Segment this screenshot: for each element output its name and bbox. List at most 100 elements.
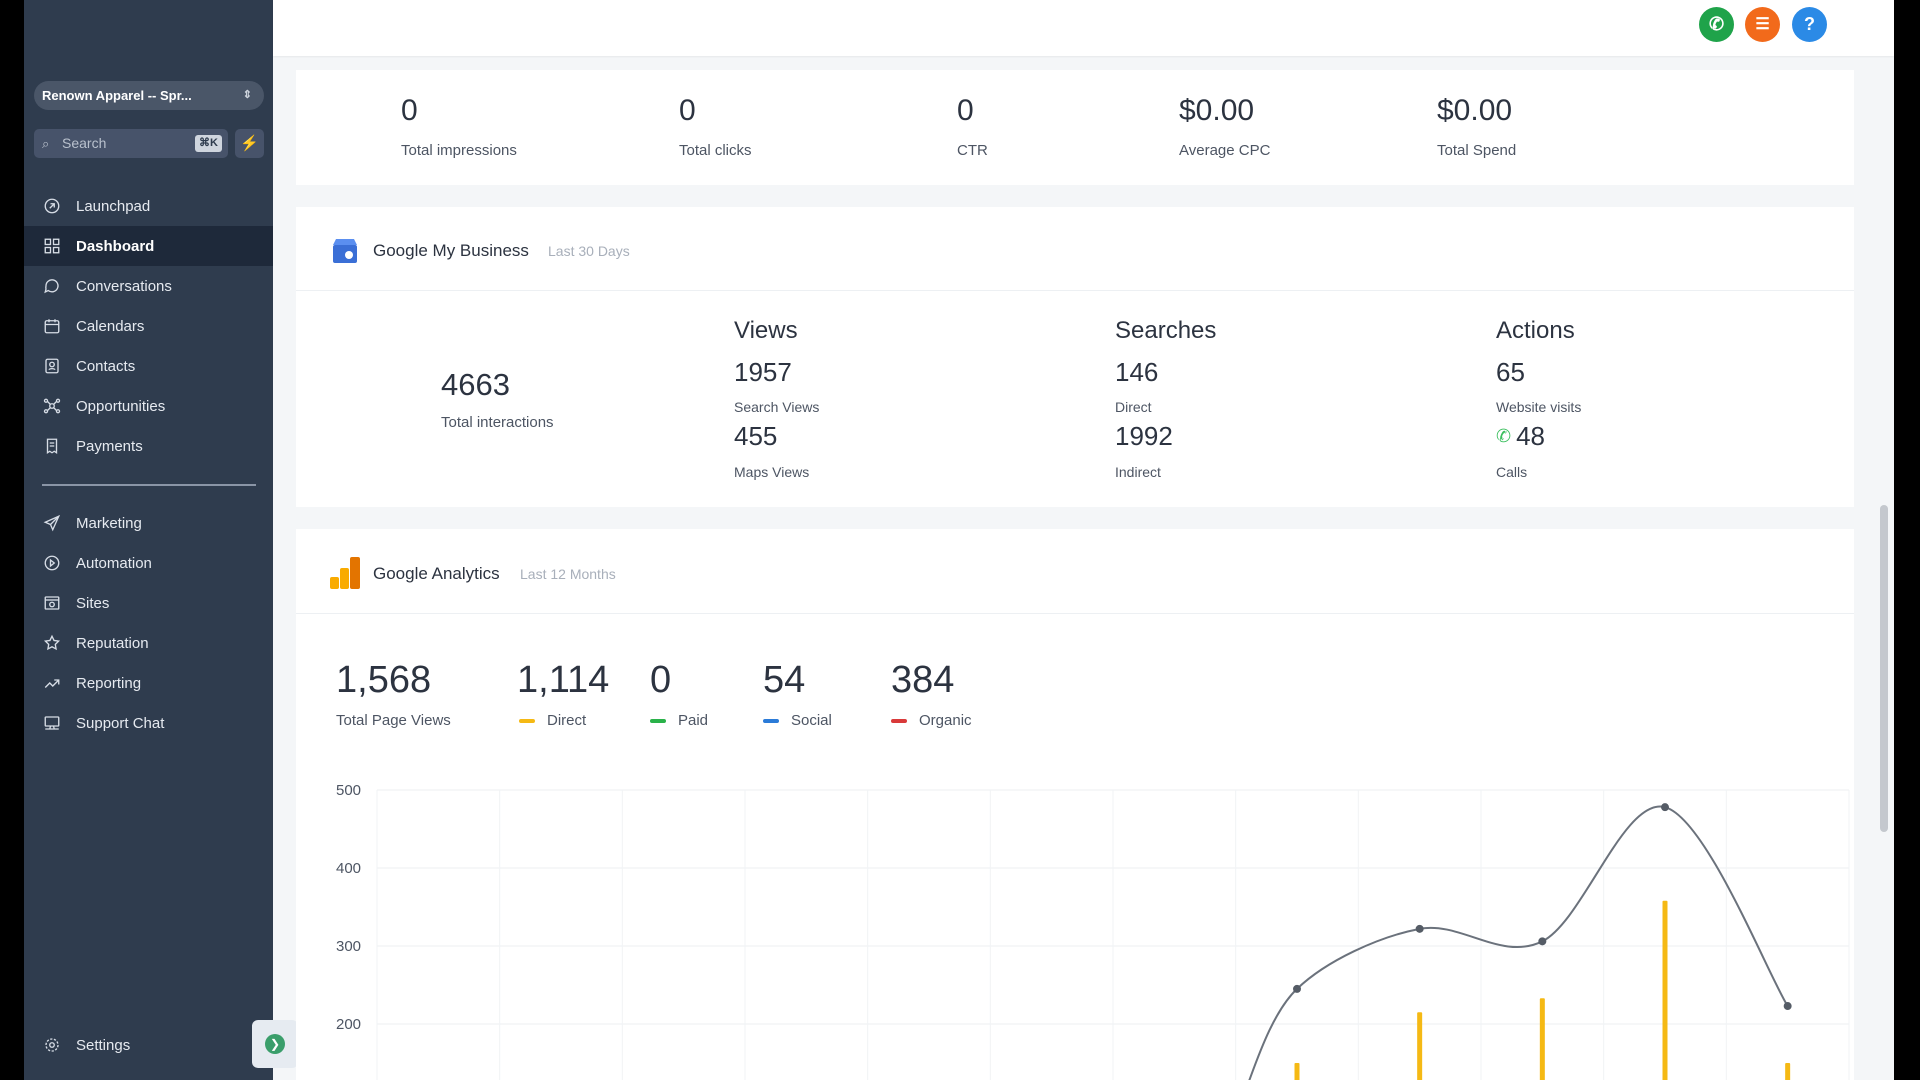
y-tick-label: 300 bbox=[336, 938, 361, 955]
gmb-card: Google My Business Last 30 Days 4663 Tot… bbox=[296, 207, 1854, 507]
sidebar-item-settings[interactable]: Settings bbox=[24, 1025, 273, 1065]
sidebar-divider bbox=[42, 484, 256, 486]
gmb-searches-heading: Searches bbox=[1115, 317, 1217, 344]
gmb-maps-views-label: Maps Views bbox=[734, 464, 810, 480]
sidebar-item-label: Dashboard bbox=[76, 237, 155, 255]
search-shortcut: ⌘K bbox=[195, 135, 222, 152]
list-icon: ☰ bbox=[1755, 16, 1770, 33]
sidebar-item-label: Settings bbox=[76, 1036, 131, 1054]
data-point-3 bbox=[1661, 803, 1669, 812]
stat-clicks-label: Total clicks bbox=[679, 142, 752, 159]
sidebar-item-label: Opportunities bbox=[76, 397, 166, 415]
stat-cpc-value: $0.00 bbox=[1179, 94, 1255, 127]
gmb-search-views-value: 1957 bbox=[734, 357, 792, 387]
sidebar-item-label: Contacts bbox=[76, 357, 136, 375]
account-switcher[interactable]: Renown Apparel -- Spr... ⇕ bbox=[34, 81, 264, 110]
search-input[interactable]: ⌕ Search ⌘K bbox=[34, 129, 228, 158]
rocket-icon bbox=[42, 196, 62, 216]
sidebar-item-contacts[interactable]: Contacts bbox=[24, 346, 273, 386]
bar-11 bbox=[1785, 1063, 1791, 1080]
phone-button[interactable]: ✆ bbox=[1699, 7, 1734, 42]
sidebar-item-reporting[interactable]: Reporting bbox=[24, 663, 273, 703]
top-header: ✆ ☰ ? bbox=[273, 0, 1894, 56]
gmb-website-visits-value: 65 bbox=[1496, 357, 1525, 387]
ads-stats-card: 0 Total impressions 0 Total clicks 0 CTR… bbox=[296, 70, 1854, 185]
bar-7 bbox=[1294, 1063, 1300, 1080]
support-icon bbox=[42, 713, 62, 733]
sidebar-item-label: Support Chat bbox=[76, 714, 165, 732]
stat-cpc-label: Average CPC bbox=[1179, 142, 1271, 159]
gmb-indirect-value: 1992 bbox=[1115, 421, 1173, 451]
sidebar-item-reputation[interactable]: Reputation bbox=[24, 623, 273, 663]
sidebar-item-opportunities[interactable]: Opportunities bbox=[24, 386, 273, 426]
gmb-separator bbox=[296, 290, 1854, 291]
send-icon bbox=[42, 513, 62, 533]
sidebar-item-sites[interactable]: Sites bbox=[24, 583, 273, 623]
gmb-calls-value-row: ✆ 48 bbox=[1496, 421, 1545, 452]
bar-10 bbox=[1662, 900, 1668, 1080]
ga-page-views-chart: 500 400 300 200 bbox=[336, 782, 1850, 1080]
sidebar-item-label: Reporting bbox=[76, 674, 142, 692]
help-button[interactable]: ? bbox=[1792, 7, 1827, 42]
gear-icon bbox=[42, 1035, 62, 1055]
account-name: Renown Apparel -- Spr... bbox=[42, 88, 192, 103]
data-point-1 bbox=[1415, 924, 1424, 933]
phone-icon: ✆ bbox=[1496, 426, 1512, 446]
sidebar-item-label: Payments bbox=[76, 437, 143, 455]
gmb-title: Google My Business bbox=[373, 241, 529, 260]
gmb-maps-views-value: 455 bbox=[734, 421, 778, 451]
stat-impressions-label: Total impressions bbox=[401, 142, 517, 159]
grid-icon bbox=[42, 236, 62, 256]
y-tick-label: 200 bbox=[336, 1016, 361, 1033]
page-scrollbar[interactable] bbox=[1880, 505, 1888, 832]
sidebar-item-automation[interactable]: Automation bbox=[24, 543, 273, 583]
y-tick-label: 400 bbox=[336, 860, 361, 877]
gmb-direct-value: 146 bbox=[1115, 357, 1159, 387]
sidebar-item-conversations[interactable]: Conversations bbox=[24, 266, 273, 306]
calendar-icon bbox=[42, 316, 62, 336]
leaf-icon: ❯ bbox=[265, 1034, 285, 1054]
google-my-business-logo-icon bbox=[333, 239, 357, 263]
tasks-button[interactable]: ☰ bbox=[1745, 7, 1780, 42]
gmb-period: Last 30 Days bbox=[548, 243, 630, 259]
sidebar-item-support-chat[interactable]: Support Chat bbox=[24, 703, 273, 743]
sidebar-item-launchpad[interactable]: Launchpad bbox=[24, 186, 273, 226]
gmb-total-label: Total interactions bbox=[441, 414, 554, 431]
sidebar-item-calendars[interactable]: Calendars bbox=[24, 306, 273, 346]
phone-icon: ✆ bbox=[1708, 14, 1725, 34]
sidebar-item-label: Launchpad bbox=[76, 197, 151, 215]
chat-icon bbox=[42, 276, 62, 296]
y-tick-label: 500 bbox=[336, 782, 361, 799]
sites-icon bbox=[42, 593, 62, 613]
automation-icon bbox=[42, 553, 62, 573]
network-icon bbox=[42, 396, 62, 416]
gmb-indirect-label: Indirect bbox=[1115, 464, 1161, 480]
stat-spend-value: $0.00 bbox=[1437, 94, 1513, 127]
sidebar-item-label: Reputation bbox=[76, 634, 149, 652]
series-line bbox=[1248, 805, 1789, 1080]
sidebar-item-label: Sites bbox=[76, 594, 110, 612]
gmb-direct-label: Direct bbox=[1115, 399, 1152, 415]
sidebar: Renown Apparel -- Spr... ⇕ ⌕ Search ⌘K ⚡… bbox=[24, 0, 273, 1080]
stat-spend-label: Total Spend bbox=[1437, 142, 1517, 159]
search-icon: ⌕ bbox=[42, 136, 50, 151]
data-point-0 bbox=[1293, 984, 1301, 993]
sidebar-item-payments[interactable]: Payments bbox=[24, 426, 273, 466]
stat-ctr-value: 0 bbox=[957, 94, 974, 127]
quick-action-button[interactable]: ⚡ bbox=[235, 129, 264, 158]
sidebar-item-label: Calendars bbox=[76, 317, 145, 335]
bar-8 bbox=[1417, 1012, 1423, 1080]
gmb-calls-value: 48 bbox=[1516, 421, 1546, 451]
sidebar-item-marketing[interactable]: Marketing bbox=[24, 503, 273, 543]
help-icon: ? bbox=[1804, 14, 1815, 34]
gmb-calls-label: Calls bbox=[1496, 464, 1528, 480]
sidebar-item-label: Conversations bbox=[76, 277, 172, 295]
trend-icon bbox=[42, 673, 62, 693]
data-point-2 bbox=[1538, 937, 1547, 946]
contacts-icon bbox=[42, 356, 62, 376]
stat-impressions-value: 0 bbox=[401, 94, 418, 127]
chevron-updown-icon: ⇕ bbox=[242, 89, 252, 101]
sidebar-item-dashboard[interactable]: Dashboard bbox=[24, 226, 273, 266]
gmb-views-heading: Views bbox=[734, 317, 798, 344]
collapse-sidebar-button[interactable]: ❯ bbox=[252, 1020, 298, 1068]
